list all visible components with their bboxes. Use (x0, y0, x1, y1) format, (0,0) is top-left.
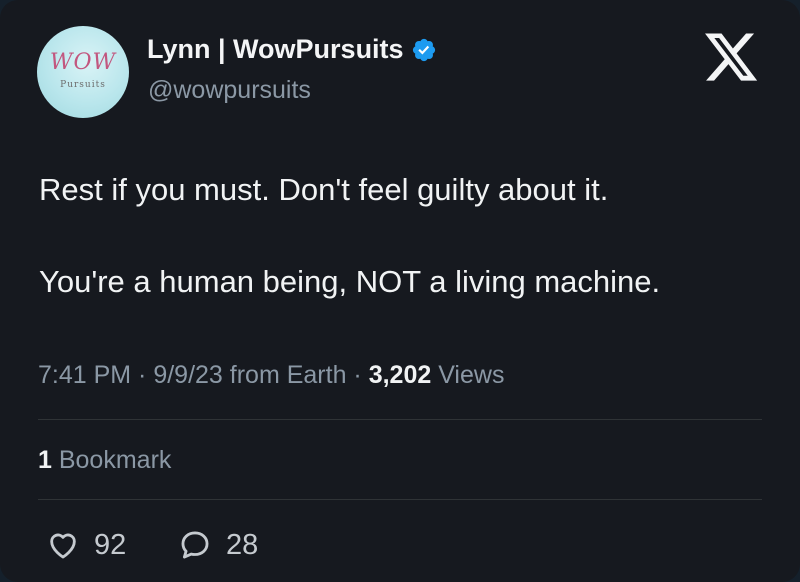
user-handle[interactable]: @wowpursuits (148, 76, 311, 105)
like-button[interactable]: 92 (46, 528, 126, 562)
avatar[interactable]: WOW Pursuits (37, 26, 129, 118)
reply-button[interactable]: 28 (178, 528, 258, 562)
bookmark-count: 1 (38, 446, 52, 474)
views-count[interactable]: 3,202 (369, 361, 432, 389)
verified-badge-icon (412, 38, 435, 61)
tweet-metadata: 7:41 PM · 9/9/23 from Earth · 3,202 View… (38, 361, 504, 390)
divider (38, 499, 762, 500)
display-name-text[interactable]: Lynn | WowPursuits (147, 34, 404, 65)
like-count: 92 (94, 528, 127, 561)
heart-icon (50, 533, 76, 559)
tweet-card: WOW Pursuits Lynn | WowPursuits @wowpurs… (0, 0, 800, 582)
views-label: Views (431, 361, 505, 389)
divider (38, 419, 762, 420)
x-logo-icon[interactable] (702, 28, 760, 86)
tweet-text-line-1: Rest if you must. Don't feel guilty abou… (39, 172, 609, 207)
bookmark-stat[interactable]: 1 Bookmark (38, 446, 171, 475)
bookmark-label: Bookmark (51, 446, 172, 474)
tweet-text-line-2: You're a human being, NOT a living machi… (39, 264, 661, 299)
avatar-logo-text: WOW (49, 50, 117, 75)
reply-bubble-icon (181, 531, 209, 559)
reply-count: 28 (226, 528, 259, 561)
timestamp-and-source[interactable]: 7:41 PM · 9/9/23 from Earth · (38, 361, 369, 389)
avatar-logo-subtext: Pursuits (60, 80, 106, 90)
display-name[interactable]: Lynn | WowPursuits (147, 34, 437, 65)
